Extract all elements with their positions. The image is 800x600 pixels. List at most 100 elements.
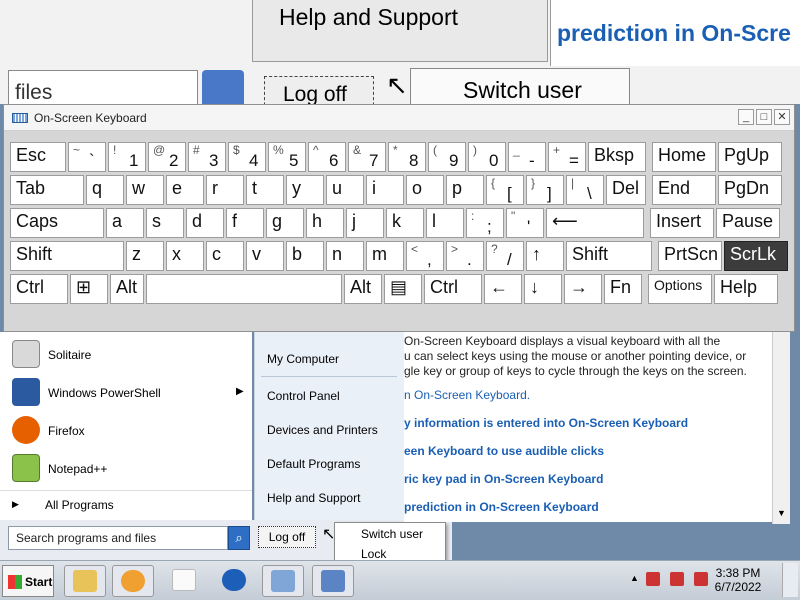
scroll-down-icon[interactable]: ▼ xyxy=(777,508,786,518)
maximize-button[interactable]: □ xyxy=(756,109,772,125)
key-d[interactable]: d xyxy=(186,208,224,238)
key-o[interactable]: o xyxy=(406,175,444,205)
key-u[interactable]: u xyxy=(326,175,364,205)
program-notepadpp[interactable]: Notepad++ xyxy=(0,450,252,486)
help-link[interactable]: ric key pad in On-Screen Keyboard xyxy=(404,472,603,486)
explorer-taskbar-button[interactable] xyxy=(64,565,106,597)
key-e[interactable]: e xyxy=(166,175,204,205)
close-button[interactable]: ✕ xyxy=(774,109,790,125)
key-p[interactable]: p xyxy=(446,175,484,205)
network-icon[interactable] xyxy=(646,572,660,586)
key-[interactable]: {[ xyxy=(486,175,524,205)
show-desktop-button[interactable] xyxy=(782,563,798,597)
key-insert[interactable]: Insert xyxy=(650,208,714,238)
key-[interactable]: _ - xyxy=(508,142,546,172)
key-[interactable]: ? / xyxy=(486,241,524,271)
security-icon[interactable] xyxy=(670,572,684,586)
key-alt[interactable]: Alt xyxy=(344,274,382,304)
key-2[interactable]: @2 xyxy=(148,142,186,172)
key-j[interactable]: j xyxy=(346,208,384,238)
key-6[interactable]: ^ 6 xyxy=(308,142,346,172)
key-5[interactable]: % 5 xyxy=(268,142,306,172)
key-[interactable]: + = xyxy=(548,142,586,172)
key-ctrl[interactable]: Ctrl xyxy=(424,274,482,304)
search-input[interactable]: Search programs and files xyxy=(8,526,228,550)
clock[interactable]: 3:38 PM 6/7/2022 xyxy=(700,566,776,594)
key-n[interactable]: n xyxy=(326,241,364,271)
key-v[interactable]: v xyxy=(246,241,284,271)
key-tab[interactable]: Tab xyxy=(10,175,84,205)
help-support-link[interactable]: Help and Support xyxy=(267,491,360,505)
key-[interactable]: <, xyxy=(406,241,444,271)
key-y[interactable]: y xyxy=(286,175,324,205)
osk-taskbar-button[interactable] xyxy=(312,565,354,597)
key-ctrl[interactable]: Ctrl xyxy=(10,274,68,304)
key-9[interactable]: (9 xyxy=(428,142,466,172)
all-programs[interactable]: ▶ All Programs xyxy=(0,490,252,518)
key-c[interactable]: c xyxy=(206,241,244,271)
log-off-button[interactable]: Log off xyxy=(258,526,316,548)
key-f[interactable]: f xyxy=(226,208,264,238)
key-[interactable]: → xyxy=(564,274,602,304)
key-fn[interactable]: Fn xyxy=(604,274,642,304)
key-blank[interactable] xyxy=(146,274,342,304)
key-scrlk[interactable]: ScrLk xyxy=(724,241,788,271)
key-[interactable]: " ' xyxy=(506,208,544,238)
key-[interactable]: ↓ xyxy=(524,274,562,304)
minimize-button[interactable]: _ xyxy=(738,109,754,125)
key-t[interactable]: t xyxy=(246,175,284,205)
key-[interactable]: ← xyxy=(484,274,522,304)
key-1[interactable]: ! 1 xyxy=(108,142,146,172)
osk-titlebar[interactable]: On-Screen Keyboard _ □ ✕ xyxy=(4,105,794,131)
key-help[interactable]: Help xyxy=(714,274,778,304)
computer-taskbar-button[interactable] xyxy=(262,565,304,597)
key-r[interactable]: r xyxy=(206,175,244,205)
key-shift[interactable]: Shift xyxy=(566,241,652,271)
key-k[interactable]: k xyxy=(386,208,424,238)
control-panel-link[interactable]: Control Panel xyxy=(267,389,340,403)
program-firefox[interactable]: Firefox xyxy=(0,412,252,448)
key-[interactable]: ⊞ xyxy=(70,274,108,304)
key-[interactable]: ~ ` xyxy=(68,142,106,172)
key-s[interactable]: s xyxy=(146,208,184,238)
key-[interactable]: >. xyxy=(446,241,484,271)
key-g[interactable]: g xyxy=(266,208,304,238)
key-3[interactable]: #3 xyxy=(188,142,226,172)
key-a[interactable]: a xyxy=(106,208,144,238)
key-del[interactable]: Del xyxy=(606,175,646,205)
key-[interactable]: ▤ xyxy=(384,274,422,304)
key-h[interactable]: h xyxy=(306,208,344,238)
key-end[interactable]: End xyxy=(652,175,716,205)
key-[interactable]: ↑ xyxy=(526,241,564,271)
key-x[interactable]: x xyxy=(166,241,204,271)
media-taskbar-button[interactable] xyxy=(112,565,154,597)
key-m[interactable]: m xyxy=(366,241,404,271)
tray-expand-icon[interactable]: ▲ xyxy=(630,573,639,583)
devices-printers-link[interactable]: Devices and Printers xyxy=(267,423,378,437)
key-options[interactable]: Options xyxy=(648,274,712,304)
key-[interactable]: ⟵ xyxy=(546,208,644,238)
help-link[interactable]: n On-Screen Keyboard. xyxy=(404,388,530,402)
my-computer-link[interactable]: My Computer xyxy=(267,352,339,366)
key-pgdn[interactable]: PgDn xyxy=(718,175,782,205)
key-shift[interactable]: Shift xyxy=(10,241,124,271)
help-link[interactable]: een Keyboard to use audible clicks xyxy=(404,444,604,458)
key-bksp[interactable]: Bksp xyxy=(588,142,646,172)
key-i[interactable]: i xyxy=(366,175,404,205)
key-7[interactable]: & 7 xyxy=(348,142,386,172)
key-esc[interactable]: Esc xyxy=(10,142,66,172)
help-taskbar-button[interactable] xyxy=(214,565,256,597)
key-[interactable]: }] xyxy=(526,175,564,205)
key-caps[interactable]: Caps xyxy=(10,208,104,238)
lock-item[interactable]: Lock xyxy=(361,547,386,561)
switch-user-item[interactable]: Switch user xyxy=(361,527,423,541)
key-0[interactable]: ) 0 xyxy=(468,142,506,172)
key-z[interactable]: z xyxy=(126,241,164,271)
search-icon[interactable]: ⌕ xyxy=(228,526,250,550)
key-prtscn[interactable]: PrtScn xyxy=(658,241,722,271)
key-[interactable]: | \ xyxy=(566,175,604,205)
document-taskbar-button[interactable] xyxy=(164,565,206,597)
key-q[interactable]: q xyxy=(86,175,124,205)
key-home[interactable]: Home xyxy=(652,142,716,172)
start-button[interactable]: Start xyxy=(2,565,54,597)
